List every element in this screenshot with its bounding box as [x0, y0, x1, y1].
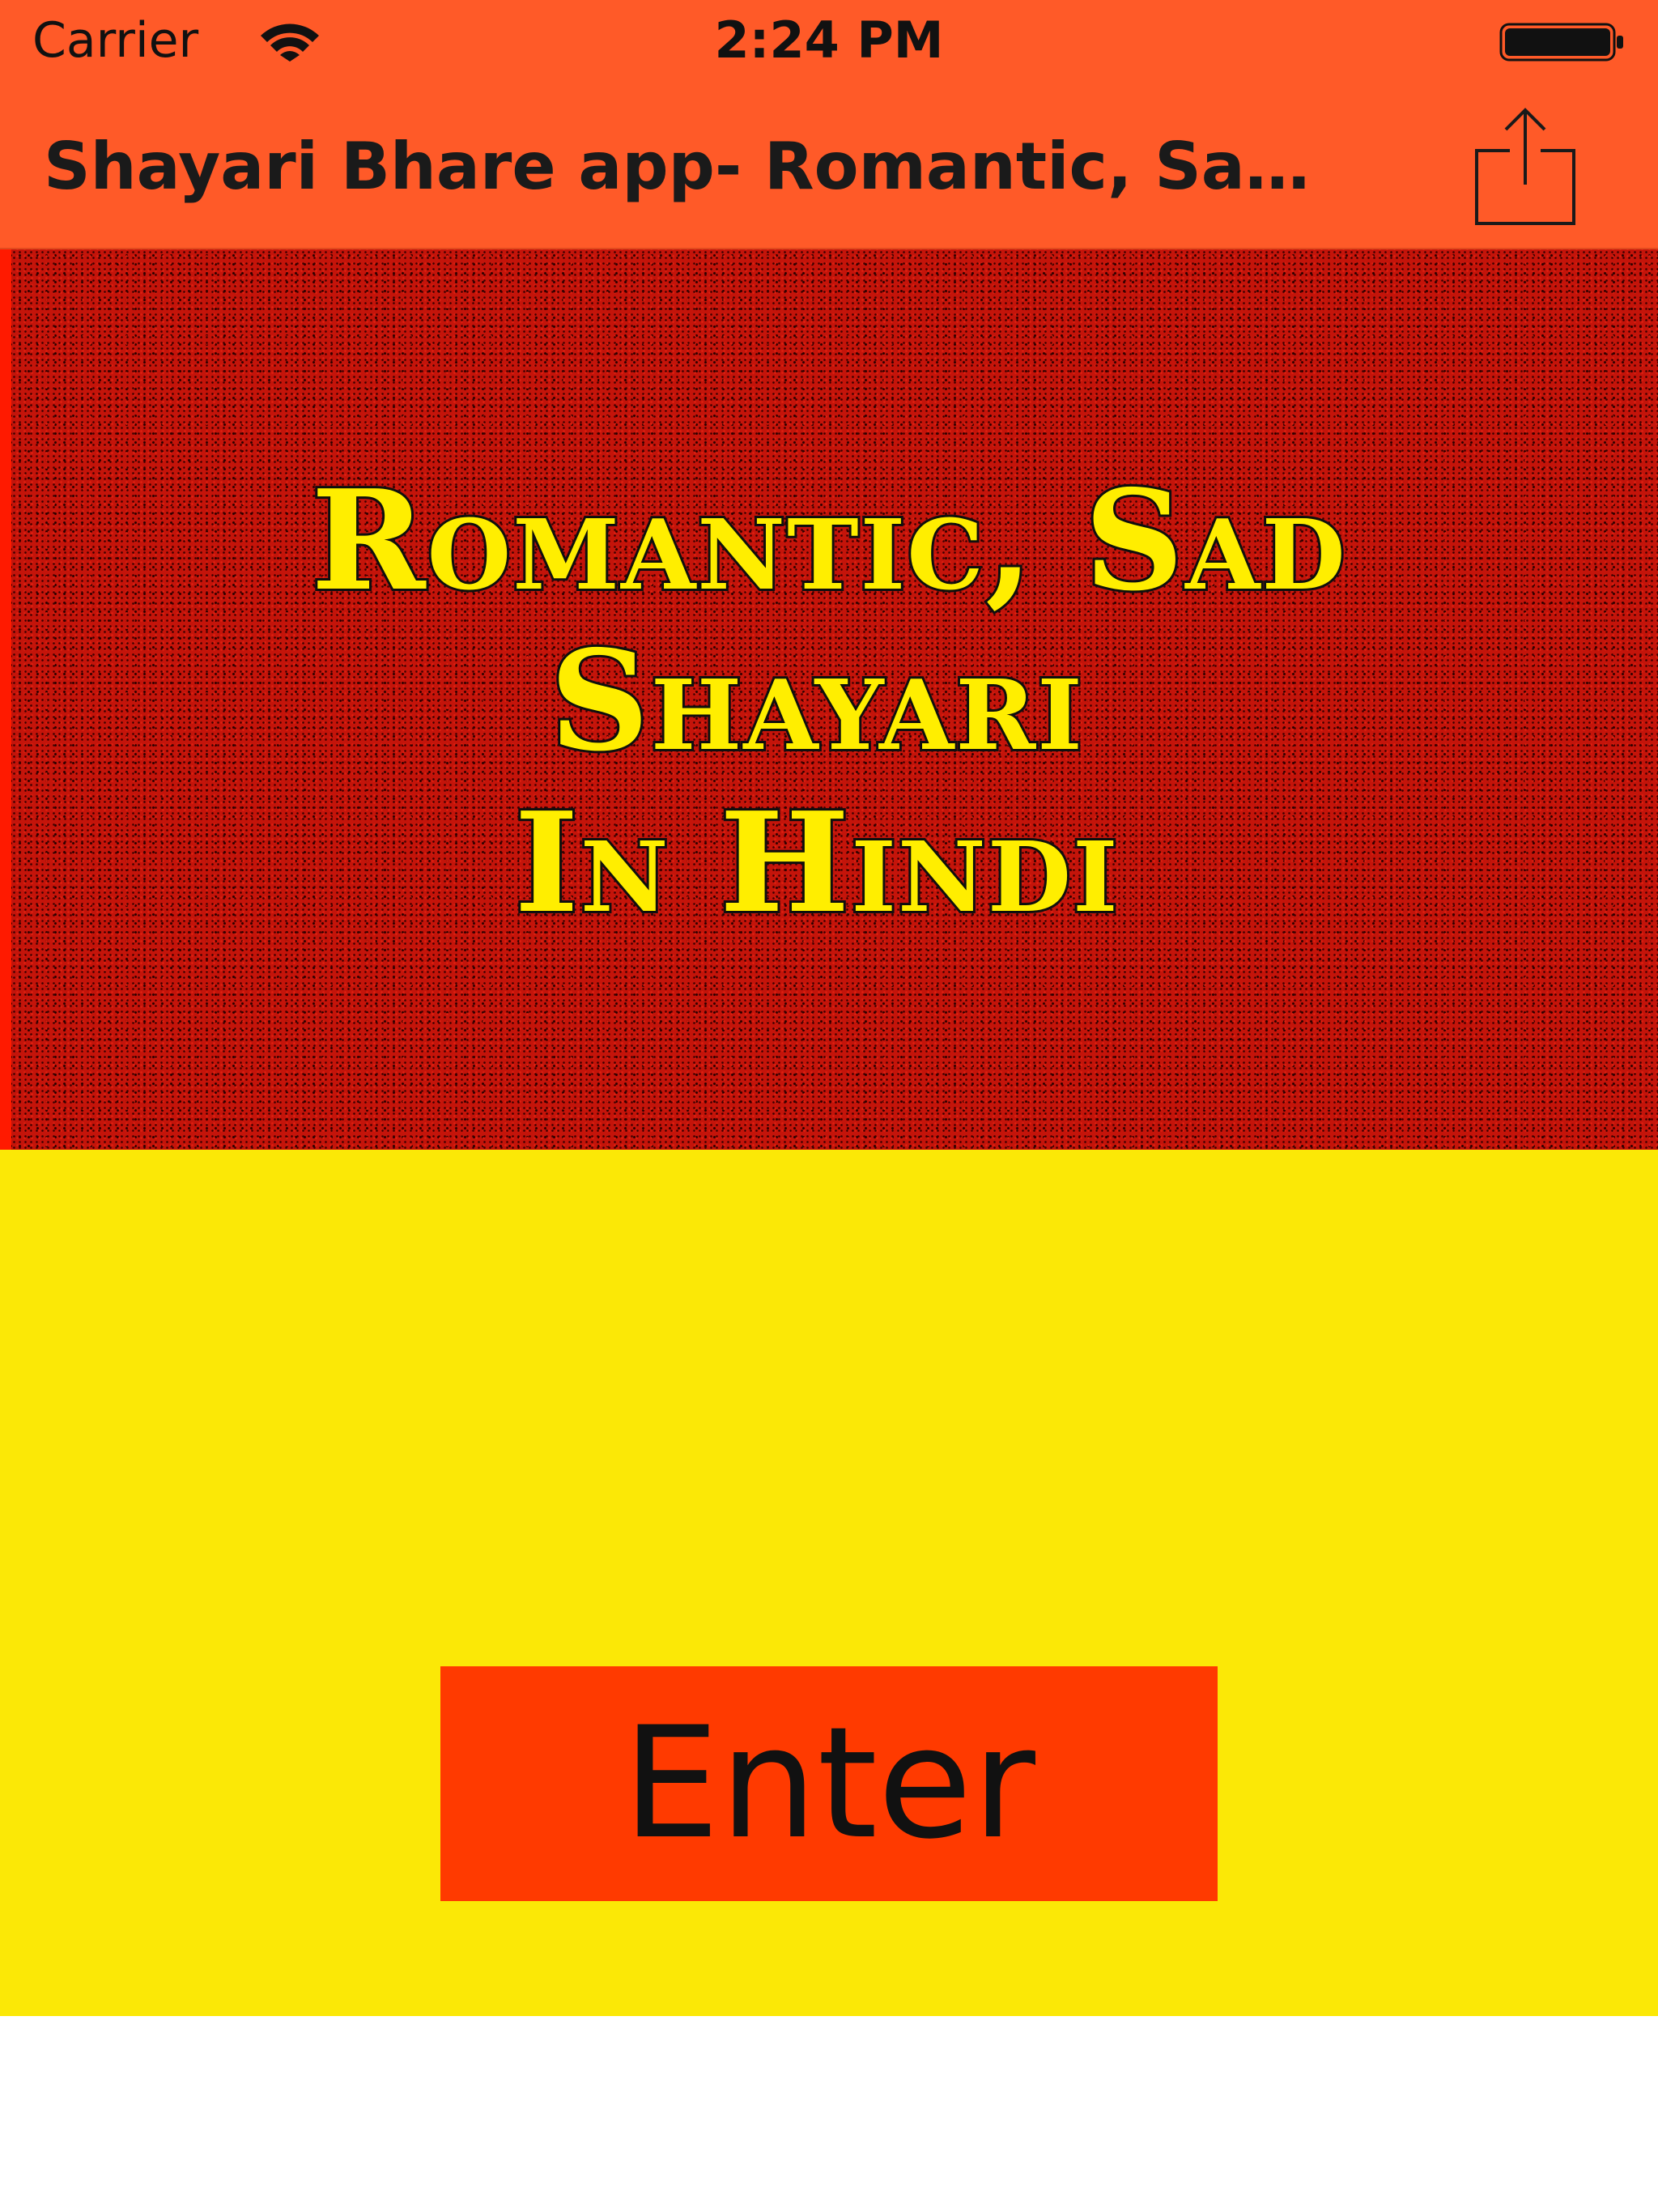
- status-bar: Carrier 2:24 PM: [0, 0, 1658, 81]
- navigation-bar: Shayari Bhare app- Romantic, Sad Shayari…: [0, 81, 1658, 249]
- nav-title: Shayari Bhare app- Romantic, Sad Shayari…: [44, 129, 1355, 204]
- title-banner: Romantic, Sad Shayari In Hindi: [0, 249, 1658, 1150]
- bottom-blank-area: [0, 2016, 1658, 2212]
- banner-title-line-1: Romantic, Sad: [308, 457, 1347, 624]
- share-icon: [1475, 108, 1575, 225]
- banner-title-line-3: In Hindi: [512, 780, 1120, 946]
- share-button[interactable]: [1465, 104, 1587, 225]
- battery-icon: [1499, 23, 1623, 62]
- banner-title-line-2: Shayari: [547, 618, 1085, 785]
- enter-button[interactable]: Enter: [440, 1666, 1218, 1901]
- content-area: Enter: [0, 1150, 1658, 2016]
- status-time: 2:24 PM: [714, 11, 944, 70]
